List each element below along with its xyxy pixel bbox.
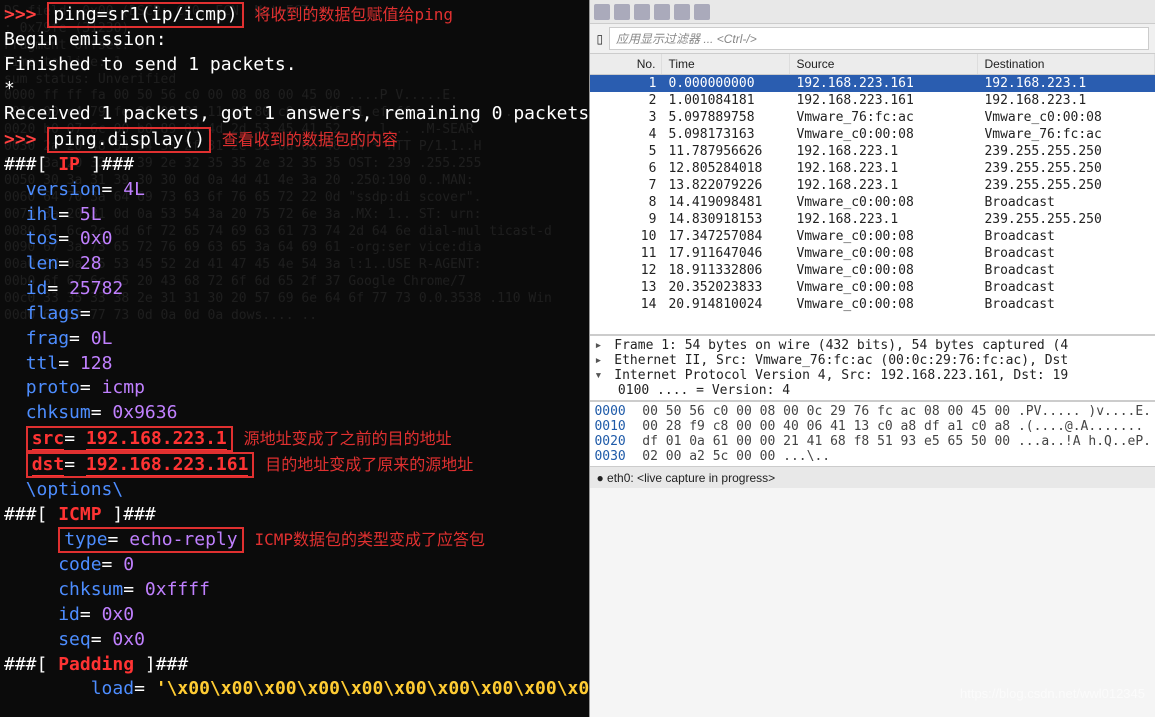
annotation-display: 查看收到的数据包的内容 [222,130,398,149]
prompt: >>> [4,4,47,25]
field-load: load [91,678,134,699]
filter-bar: ▯ 应用显示过滤器 ... <Ctrl-/> [590,24,1155,54]
packet-row[interactable]: 21.001084181192.168.223.161192.168.223.1 [590,92,1155,109]
cmd-display: ping.display() [47,127,211,153]
field-proto: proto [26,377,80,398]
packet-row[interactable]: 35.097889758Vmware_76:fc:acVmware_c0:00:… [590,109,1155,126]
packet-row[interactable]: 1117.911647046Vmware_c0:00:08Broadcast [590,245,1155,262]
toolbar [590,0,1155,24]
toolbar-icon[interactable] [634,4,650,20]
field-ihl: ihl [26,204,59,225]
cmd-sr1: ping=sr1(ip/icmp) [47,2,243,28]
packet-row[interactable]: 1017.347257084Vmware_c0:00:08Broadcast [590,228,1155,245]
output-begin: Begin emission: [4,28,585,53]
field-dst: dst= 192.168.223.161 [26,452,255,478]
field-chksum: chksum [26,402,91,423]
field-icmp-id: id [58,604,80,625]
col-no[interactable]: No. [590,54,662,74]
toolbar-icon[interactable] [674,4,690,20]
section-padding: Padding [58,654,134,675]
field-version: version [26,179,102,200]
col-time[interactable]: Time [662,54,790,74]
packet-row[interactable]: 10.000000000192.168.223.161192.168.223.1 [590,75,1155,92]
toolbar-icon[interactable] [594,4,610,20]
watermark: https://blog.csdn.net/wwl012345 [960,686,1145,701]
prompt: >>> [4,129,47,150]
toolbar-icon[interactable] [654,4,670,20]
field-options: \options\ [26,479,124,500]
output-star: * [4,77,585,102]
packet-row[interactable]: 45.098173163Vmware_c0:00:08Vmware_76:fc:… [590,126,1155,143]
field-code: code [58,554,101,575]
packet-details[interactable]: ▸ Frame 1: 54 bytes on wire (432 bits), … [590,334,1155,400]
expand-icon[interactable]: ▸ [594,353,606,368]
packet-row[interactable]: 914.830918153192.168.223.1239.255.255.25… [590,211,1155,228]
packet-row[interactable]: 713.822079226192.168.223.1239.255.255.25… [590,177,1155,194]
packet-row[interactable]: 1420.914810024Vmware_c0:00:08Broadcast [590,296,1155,313]
field-ttl: ttl [26,353,59,374]
packet-row[interactable]: 1218.911332806Vmware_c0:00:08Broadcast [590,262,1155,279]
field-icmp-chksum: chksum [58,579,123,600]
hex-row[interactable]: 0010 00 28 f9 c8 00 00 40 06 41 13 c0 a8… [594,419,1151,434]
status-bar: ● eth0: <live capture in progress> [590,466,1155,488]
terminal[interactable]: >>> ping=sr1(ip/icmp) 将收到的数据包赋值给ping Beg… [0,0,589,717]
col-destination[interactable]: Destination [978,54,1155,74]
status-text: ● eth0: <live capture in progress> [596,471,775,485]
section-icmp: ICMP [58,504,101,525]
annotation-src: 源地址变成了之前的目的地址 [244,429,452,448]
expand-icon[interactable]: ▾ [594,368,606,383]
packet-row[interactable]: 511.787956626192.168.223.1239.255.255.25… [590,143,1155,160]
field-type: type= echo-reply [58,527,243,553]
field-frag: frag [26,328,69,349]
display-filter-input[interactable]: 应用显示过滤器 ... <Ctrl-/> [609,27,1149,50]
packet-row[interactable]: 612.805284018192.168.223.1239.255.255.25… [590,160,1155,177]
field-len: len [26,253,59,274]
hex-row[interactable]: 0000 00 50 56 c0 00 08 00 0c 29 76 fc ac… [594,404,1151,419]
hex-row[interactable]: 0020 df 01 0a 61 00 00 21 41 68 f8 51 93… [594,434,1151,449]
packet-row[interactable]: 1320.352023833Vmware_c0:00:08Broadcast [590,279,1155,296]
output-finished: Finished to send 1 packets. [4,53,585,78]
annotation-assign: 将收到的数据包赋值给ping [254,5,453,24]
toolbar-icon[interactable] [614,4,630,20]
field-flags: flags [26,303,80,324]
hex-row[interactable]: 0030 02 00 a2 5c 00 00 ...\.. [594,449,1151,464]
hex-dump[interactable]: 0000 00 50 56 c0 00 08 00 0c 29 76 fc ac… [590,400,1155,466]
toolbar-icon[interactable] [694,4,710,20]
packet-row[interactable]: 814.419098481Vmware_c0:00:08Broadcast [590,194,1155,211]
packet-list[interactable]: No. Time Source Destination 10.000000000… [590,54,1155,334]
section-ip: ###[ [4,154,58,175]
annotation-icmp: ICMP数据包的类型变成了应答包 [254,530,485,549]
packet-header: No. Time Source Destination [590,54,1155,75]
field-tos: tos [26,228,59,249]
annotation-dst: 目的地址变成了原来的源地址 [265,455,473,474]
bookmark-icon[interactable]: ▯ [596,32,603,46]
output-received: Received 1 packets, got 1 answers, remai… [4,102,585,127]
expand-icon[interactable]: ▸ [594,338,606,353]
wireshark-panel: ▯ 应用显示过滤器 ... <Ctrl-/> No. Time Source D… [589,0,1155,717]
field-id: id [26,278,48,299]
field-icmp-seq: seq [58,629,91,650]
field-src: src= 192.168.223.1 [26,426,233,452]
col-source[interactable]: Source [790,54,978,74]
